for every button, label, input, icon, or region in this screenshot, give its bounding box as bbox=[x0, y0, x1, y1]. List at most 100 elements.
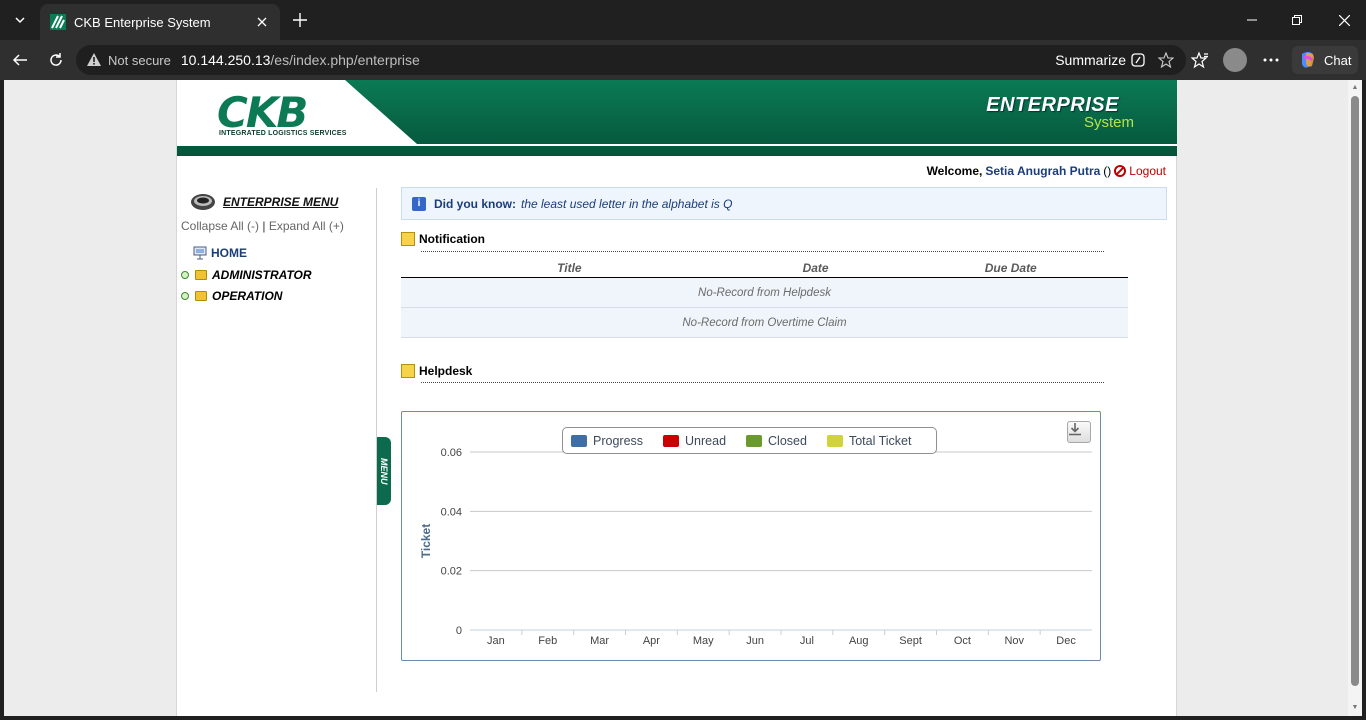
scroll-up-icon[interactable]: ▲ bbox=[1351, 84, 1359, 92]
sidebar-item-administrator[interactable]: ADMINISTRATOR bbox=[181, 268, 312, 282]
x-tick-label: Apr bbox=[643, 635, 660, 647]
column-header-due-date[interactable]: Due Date bbox=[893, 258, 1128, 277]
menu-toggle-tab[interactable]: MENU bbox=[377, 437, 391, 505]
chevron-down-icon bbox=[15, 17, 25, 24]
did-you-know-text: the least used letter in the alphabet is… bbox=[521, 196, 733, 211]
y-tick-label: 0 bbox=[456, 625, 462, 637]
expand-all-link[interactable]: Expand All (+) bbox=[269, 219, 344, 233]
x-tick-label: Jan bbox=[487, 635, 505, 647]
logout-label: Logout bbox=[1129, 164, 1166, 178]
expand-icon[interactable] bbox=[181, 292, 189, 300]
copilot-chat-button[interactable]: Chat bbox=[1292, 46, 1358, 74]
tree-separator: | bbox=[262, 219, 266, 233]
legend-swatch bbox=[826, 434, 843, 447]
folder-icon bbox=[195, 291, 207, 301]
profile-button[interactable] bbox=[1223, 48, 1247, 72]
reload-button[interactable] bbox=[44, 48, 68, 72]
page-scrollbar[interactable]: ▲ ▼ bbox=[1348, 80, 1362, 716]
plus-icon bbox=[293, 13, 307, 27]
more-options-button[interactable] bbox=[1259, 48, 1283, 72]
did-you-know-label: Did you know: bbox=[434, 196, 516, 211]
sidebar-item-operation[interactable]: OPERATION bbox=[181, 289, 282, 303]
table-row: No-Record from Overtime Claim bbox=[401, 308, 1128, 338]
sidebar-item-label: ADMINISTRATOR bbox=[212, 268, 312, 282]
notification-heading: Notification bbox=[401, 232, 485, 246]
helpdesk-chart: 0 0.02 0.04 0.06 Ticket Jan Feb Mar Apr May Jun Jul… bbox=[401, 411, 1101, 661]
home-icon bbox=[193, 246, 207, 260]
legend-item[interactable]: Total Ticket bbox=[826, 433, 912, 448]
user-name[interactable]: Setia Anugrah Putra bbox=[985, 164, 1100, 178]
legend-item[interactable]: Progress bbox=[571, 434, 643, 448]
collapse-all-link[interactable]: Collapse All (-) bbox=[181, 219, 259, 233]
legend-swatch bbox=[571, 434, 587, 447]
x-tick-label: Dec bbox=[1056, 635, 1076, 647]
x-tick-label: Sept bbox=[899, 635, 922, 647]
close-window-button[interactable] bbox=[1330, 6, 1358, 34]
summarize-label: Summarize bbox=[1055, 52, 1126, 68]
tab-title: CKB Enterprise System bbox=[74, 14, 211, 30]
new-tab-button[interactable] bbox=[288, 8, 312, 32]
helpdesk-rule bbox=[421, 382, 1104, 383]
header-banner: CKB INTEGRATED LOGISTICS SERVICES ENTERP… bbox=[177, 80, 1177, 156]
helpdesk-title: Helpdesk bbox=[419, 364, 473, 378]
star-icon[interactable] bbox=[1158, 52, 1174, 68]
export-chart-button[interactable] bbox=[1067, 421, 1091, 443]
column-header-title[interactable]: Title bbox=[401, 258, 738, 277]
site-favicon-icon bbox=[50, 14, 66, 30]
minimize-button[interactable] bbox=[1238, 6, 1266, 34]
legend-label: Unread bbox=[685, 433, 727, 448]
x-tick-label: Nov bbox=[1004, 635, 1024, 647]
sidebar-item-label: HOME bbox=[211, 246, 247, 260]
chat-label: Chat bbox=[1324, 52, 1352, 68]
x-tick-label: Feb bbox=[538, 635, 557, 647]
page-viewport: CKB INTEGRATED LOGISTICS SERVICES ENTERP… bbox=[4, 80, 1362, 716]
y-tick-label: 0.04 bbox=[441, 506, 462, 518]
enterprise-page: CKB INTEGRATED LOGISTICS SERVICES ENTERP… bbox=[176, 80, 1177, 716]
user-paren: () bbox=[1103, 164, 1112, 178]
summarize-icon bbox=[1131, 53, 1145, 67]
legend-label: Total Ticket bbox=[848, 433, 912, 448]
minimize-icon bbox=[1247, 19, 1257, 21]
header-stripe bbox=[177, 144, 1177, 146]
browser-toolbar: Not secure 10.144.250.13/es/index.php/en… bbox=[0, 40, 1366, 80]
legend-item[interactable]: Unread bbox=[663, 434, 726, 448]
sticky-note-icon bbox=[401, 364, 415, 378]
avatar bbox=[1223, 48, 1247, 72]
back-button[interactable] bbox=[8, 48, 32, 72]
legend-swatch bbox=[663, 434, 680, 447]
restore-button[interactable] bbox=[1283, 6, 1311, 34]
close-tab-icon[interactable] bbox=[254, 14, 270, 30]
scrollbar-thumb[interactable] bbox=[1351, 96, 1359, 686]
scroll-down-icon[interactable]: ▼ bbox=[1351, 704, 1359, 712]
notification-title: Notification bbox=[419, 232, 485, 246]
column-header-date[interactable]: Date bbox=[738, 258, 894, 277]
not-secure-label[interactable]: Not secure bbox=[108, 53, 171, 68]
did-you-know-box: i Did you know: the least used letter in… bbox=[401, 187, 1167, 220]
legend-label: Closed bbox=[768, 433, 807, 448]
enterprise-menu-title[interactable]: ENTERPRISE MENU bbox=[223, 195, 338, 209]
address-bar[interactable]: Not secure 10.144.250.13/es/index.php/en… bbox=[76, 45, 1186, 75]
y-axis-label: Ticket bbox=[419, 524, 433, 558]
tab-list-button[interactable] bbox=[6, 6, 34, 34]
sidebar-item-home[interactable]: HOME bbox=[181, 246, 247, 260]
x-tick-label: Jul bbox=[800, 635, 814, 647]
favorites-icon bbox=[1191, 51, 1208, 69]
menu-tab-label: MENU bbox=[379, 457, 389, 485]
y-tick-label: 0.02 bbox=[441, 566, 462, 578]
favorites-button[interactable] bbox=[1188, 48, 1212, 72]
tree-controls: Collapse All (-) | Expand All (+) bbox=[181, 219, 344, 233]
close-icon bbox=[1338, 14, 1350, 26]
info-icon: i bbox=[412, 196, 426, 211]
summarize-button[interactable]: Summarize bbox=[1055, 52, 1146, 68]
logout-link[interactable]: Logout bbox=[1114, 164, 1166, 178]
sidebar-item-label: OPERATION bbox=[212, 289, 283, 303]
table-row: No-Record from Helpdesk bbox=[401, 278, 1128, 308]
download-icon bbox=[1069, 423, 1081, 436]
logo-subtitle: INTEGRATED LOGISTICS SERVICES bbox=[219, 130, 347, 137]
browser-tab[interactable]: CKB Enterprise System bbox=[40, 4, 280, 40]
legend-label: Progress bbox=[593, 433, 644, 448]
url-path: /es/index.php/enterprise bbox=[270, 52, 420, 68]
expand-icon[interactable] bbox=[181, 271, 189, 279]
welcome-prefix: Welcome, bbox=[926, 164, 983, 178]
legend-item[interactable]: Closed bbox=[746, 434, 807, 448]
